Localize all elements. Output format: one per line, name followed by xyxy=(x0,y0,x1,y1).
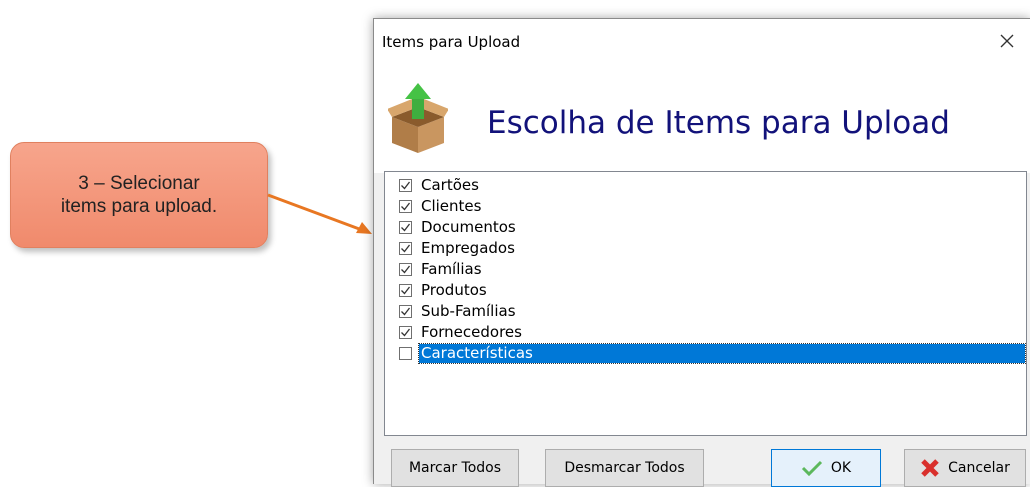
window-title: Items para Upload xyxy=(382,33,521,51)
dialog-header: Escolha de Items para Upload xyxy=(374,63,1030,173)
mark-all-button[interactable]: Marcar Todos xyxy=(391,449,519,487)
checkbox[interactable] xyxy=(399,200,412,213)
cancel-label: Cancelar xyxy=(948,460,1010,476)
list-item-label: Características xyxy=(418,343,1026,364)
checkbox[interactable] xyxy=(399,347,412,360)
list-item[interactable]: Empregados xyxy=(386,238,1025,259)
unmark-all-button[interactable]: Desmarcar Todos xyxy=(545,449,704,487)
checkmark-icon xyxy=(801,460,823,476)
list-item-label: Fornecedores xyxy=(421,323,522,341)
list-item[interactable]: Sub-Famílias xyxy=(386,301,1025,322)
callout-line-1: 3 – Selecionar xyxy=(78,173,200,194)
ok-button[interactable]: OK xyxy=(771,449,881,487)
list-item-label: Clientes xyxy=(421,197,482,215)
checkbox[interactable] xyxy=(399,326,412,339)
list-item[interactable]: Clientes xyxy=(386,196,1025,217)
cancel-x-icon xyxy=(920,458,940,478)
list-item[interactable]: Cartões xyxy=(386,175,1025,196)
items-checklist[interactable]: Cartões Clientes Documentos Empregados F… xyxy=(384,171,1027,436)
title-bar: Items para Upload xyxy=(374,19,1030,63)
list-item[interactable]: Produtos xyxy=(386,280,1025,301)
list-item-label: Sub-Famílias xyxy=(421,302,516,320)
checkbox[interactable] xyxy=(399,284,412,297)
cancel-button[interactable]: Cancelar xyxy=(904,449,1026,487)
annotation-callout: 3 – Selecionar items para upload. xyxy=(10,142,268,248)
checkbox[interactable] xyxy=(399,179,412,192)
mark-all-label: Marcar Todos xyxy=(408,460,502,476)
list-item-label: Empregados xyxy=(421,239,515,257)
list-item[interactable]: Fornecedores xyxy=(386,322,1025,343)
list-item-label: Produtos xyxy=(421,281,487,299)
list-item-label: Famílias xyxy=(421,260,482,278)
upload-box-icon xyxy=(388,83,448,153)
callout-line-2: items para upload. xyxy=(60,196,218,217)
unmark-all-label: Desmarcar Todos xyxy=(564,460,685,476)
upload-items-dialog: Items para Upload Escolha de Items para … xyxy=(373,18,1030,487)
checkbox[interactable] xyxy=(399,242,412,255)
header-title: Escolha de Items para Upload xyxy=(487,105,950,141)
checkbox[interactable] xyxy=(399,221,412,234)
close-button[interactable] xyxy=(984,19,1030,63)
list-item[interactable]: Características xyxy=(386,343,1026,364)
list-item-label: Documentos xyxy=(421,218,516,236)
list-item[interactable]: Famílias xyxy=(386,259,1025,280)
checkbox[interactable] xyxy=(399,263,412,276)
ok-label: OK xyxy=(830,460,852,476)
list-item[interactable]: Documentos xyxy=(386,217,1025,238)
close-icon xyxy=(1000,34,1014,48)
checkbox[interactable] xyxy=(399,305,412,318)
list-item-label: Cartões xyxy=(421,176,479,194)
